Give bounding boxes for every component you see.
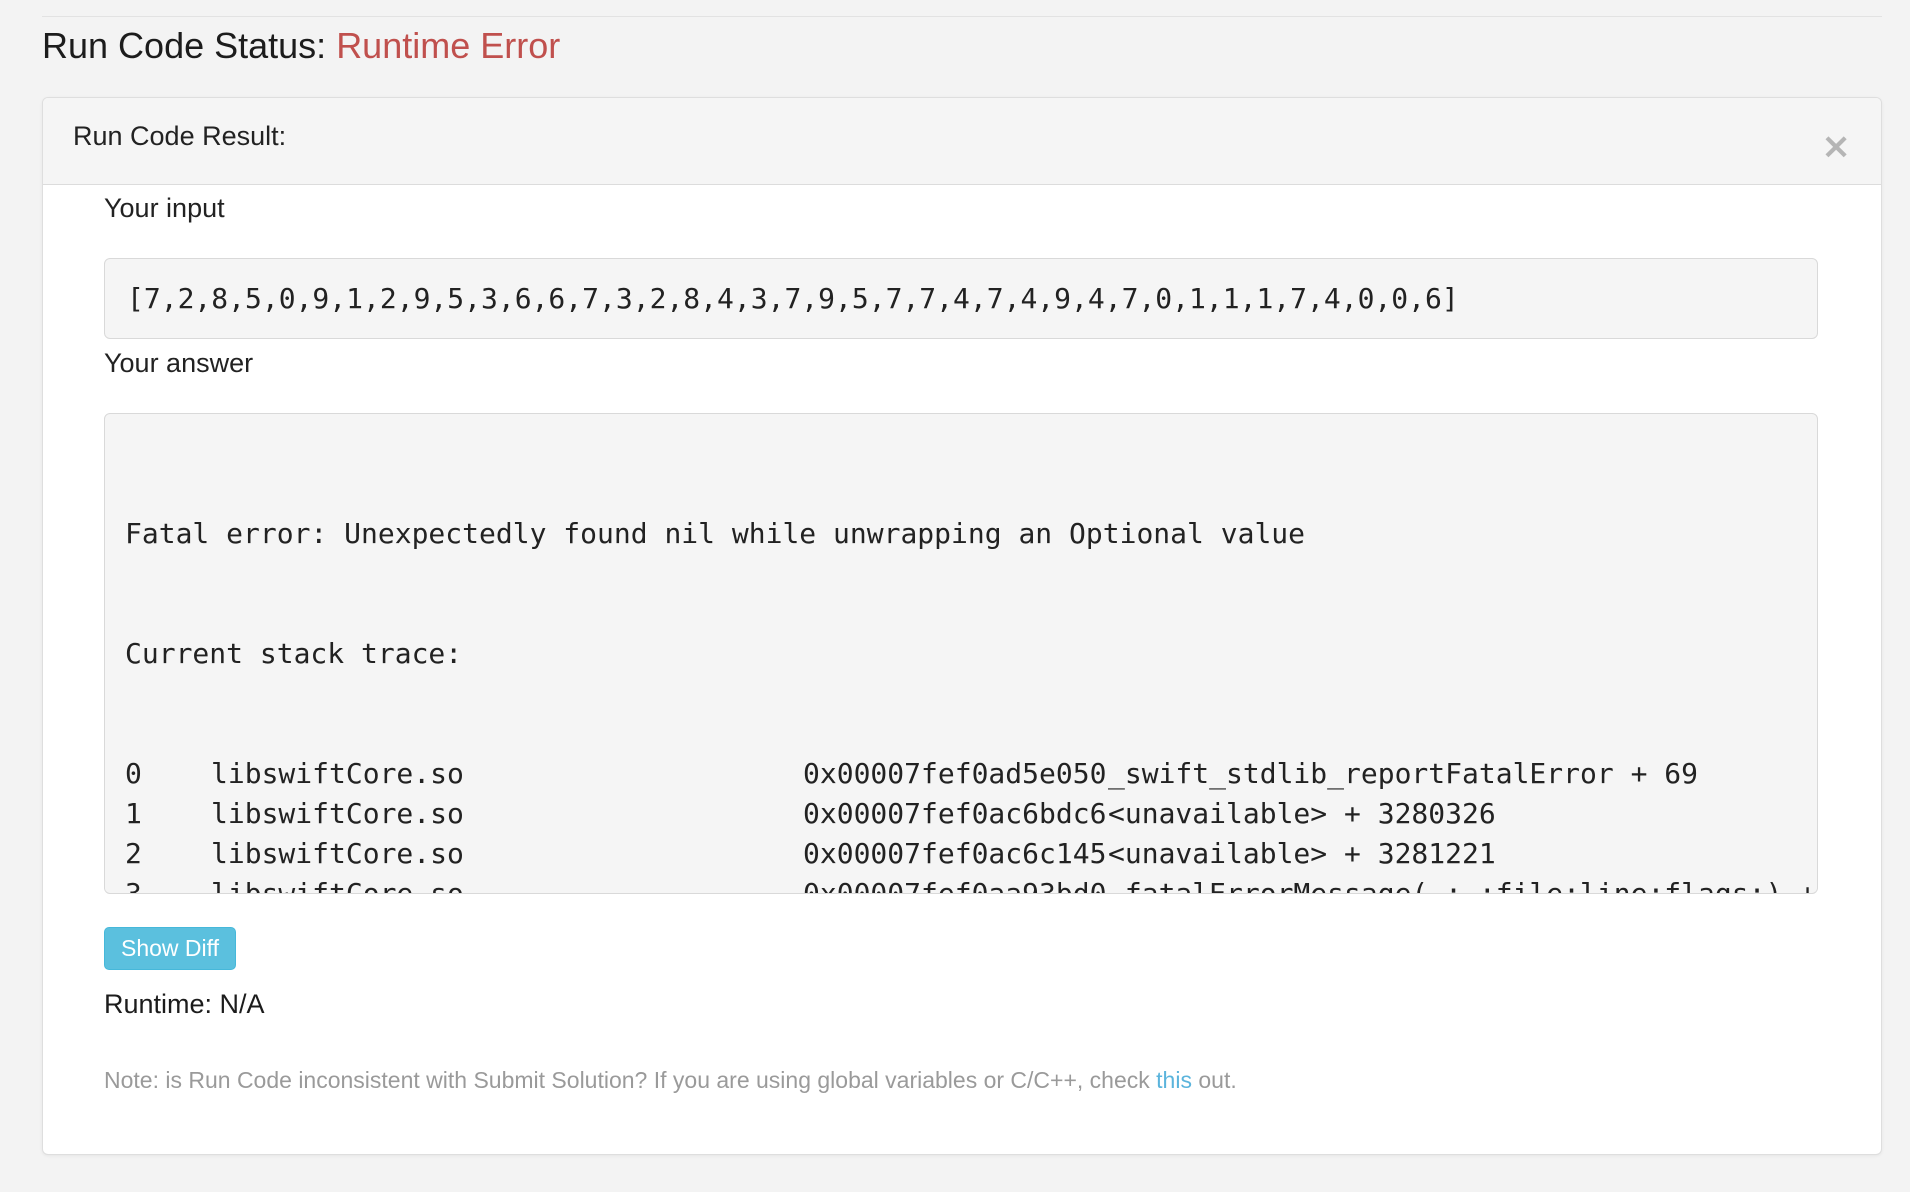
note-link[interactable]: this xyxy=(1156,1067,1192,1093)
note-before: Note: is Run Code inconsistent with Subm… xyxy=(104,1067,1157,1093)
stack-trace-row: 1 libswiftCore.so 0x00007fef0ac6bdc6 <unava… xyxy=(125,794,1817,834)
answer-output-box: Fatal error: Unexpectedly found nil whil… xyxy=(104,413,1818,894)
panel-title: Run Code Result: xyxy=(73,121,287,151)
error-message: Fatal error: Unexpectedly found nil whil… xyxy=(125,517,1306,550)
runtime-text: Runtime: N/A xyxy=(104,989,265,1019)
trace-index: 2 xyxy=(125,837,142,870)
trace-index: 1 xyxy=(125,797,142,830)
stack-trace-row: 3 libswiftCore.so 0x00007fef0aa93bd0 _fatal… xyxy=(125,874,1817,894)
stack-trace-header: Current stack trace: xyxy=(125,637,463,670)
run-code-status: Run Code Status: Runtime Error xyxy=(42,22,560,70)
panel-header: Run Code Result: × xyxy=(43,98,1881,185)
trace-address: 0x00007fef0ad5e050 xyxy=(803,757,1107,790)
your-answer-label: Your answer xyxy=(104,348,254,378)
trace-address: 0x00007fef0ac6c145 xyxy=(803,837,1107,870)
trace-symbol: _swift_stdlib_reportFatalError + 69 xyxy=(1108,757,1699,790)
input-value-box: [7,2,8,5,0,9,1,2,9,5,3,6,6,7,3,2,8,4,3,7… xyxy=(104,258,1818,339)
status-prefix: Run Code Status: xyxy=(42,25,327,66)
trace-symbol: _fatalErrorMessage(_:_:file:line:flags:)… xyxy=(1108,877,1817,894)
trace-library: libswiftCore.so xyxy=(211,757,464,790)
status-value: Runtime Error xyxy=(336,25,561,66)
page: Run Code Status: Runtime Error Run Code … xyxy=(0,0,1910,1192)
stack-trace: 0 libswiftCore.so 0x00007fef0ad5e050 _swift… xyxy=(125,754,1817,894)
stack-trace-row: 2 libswiftCore.so 0x00007fef0ac6c145 <unava… xyxy=(125,834,1817,874)
show-diff-button[interactable]: Show Diff xyxy=(104,927,236,970)
close-icon[interactable]: × xyxy=(1821,129,1851,165)
stack-trace-row: 0 libswiftCore.so 0x00007fef0ad5e050 _swift… xyxy=(125,754,1817,794)
run-code-result-panel: Run Code Result: × Your input [7,2,8,5,0… xyxy=(42,97,1882,1155)
note-after: out. xyxy=(1191,1067,1237,1093)
trace-address: 0x00007fef0aa93bd0 xyxy=(803,877,1107,894)
trace-library: libswiftCore.so xyxy=(211,877,464,894)
trace-index: 0 xyxy=(125,757,142,790)
trace-symbol: <unavailable> + 3281221 xyxy=(1108,837,1496,870)
divider xyxy=(42,16,1882,17)
trace-library: libswiftCore.so xyxy=(211,837,464,870)
note-text: Note: is Run Code inconsistent with Subm… xyxy=(104,1064,1237,1096)
trace-index: 3 xyxy=(125,877,142,894)
trace-library: libswiftCore.so xyxy=(211,797,464,830)
trace-address: 0x00007fef0ac6bdc6 xyxy=(803,797,1107,830)
your-input-label: Your input xyxy=(104,193,225,223)
trace-symbol: <unavailable> + 3280326 xyxy=(1108,797,1496,830)
